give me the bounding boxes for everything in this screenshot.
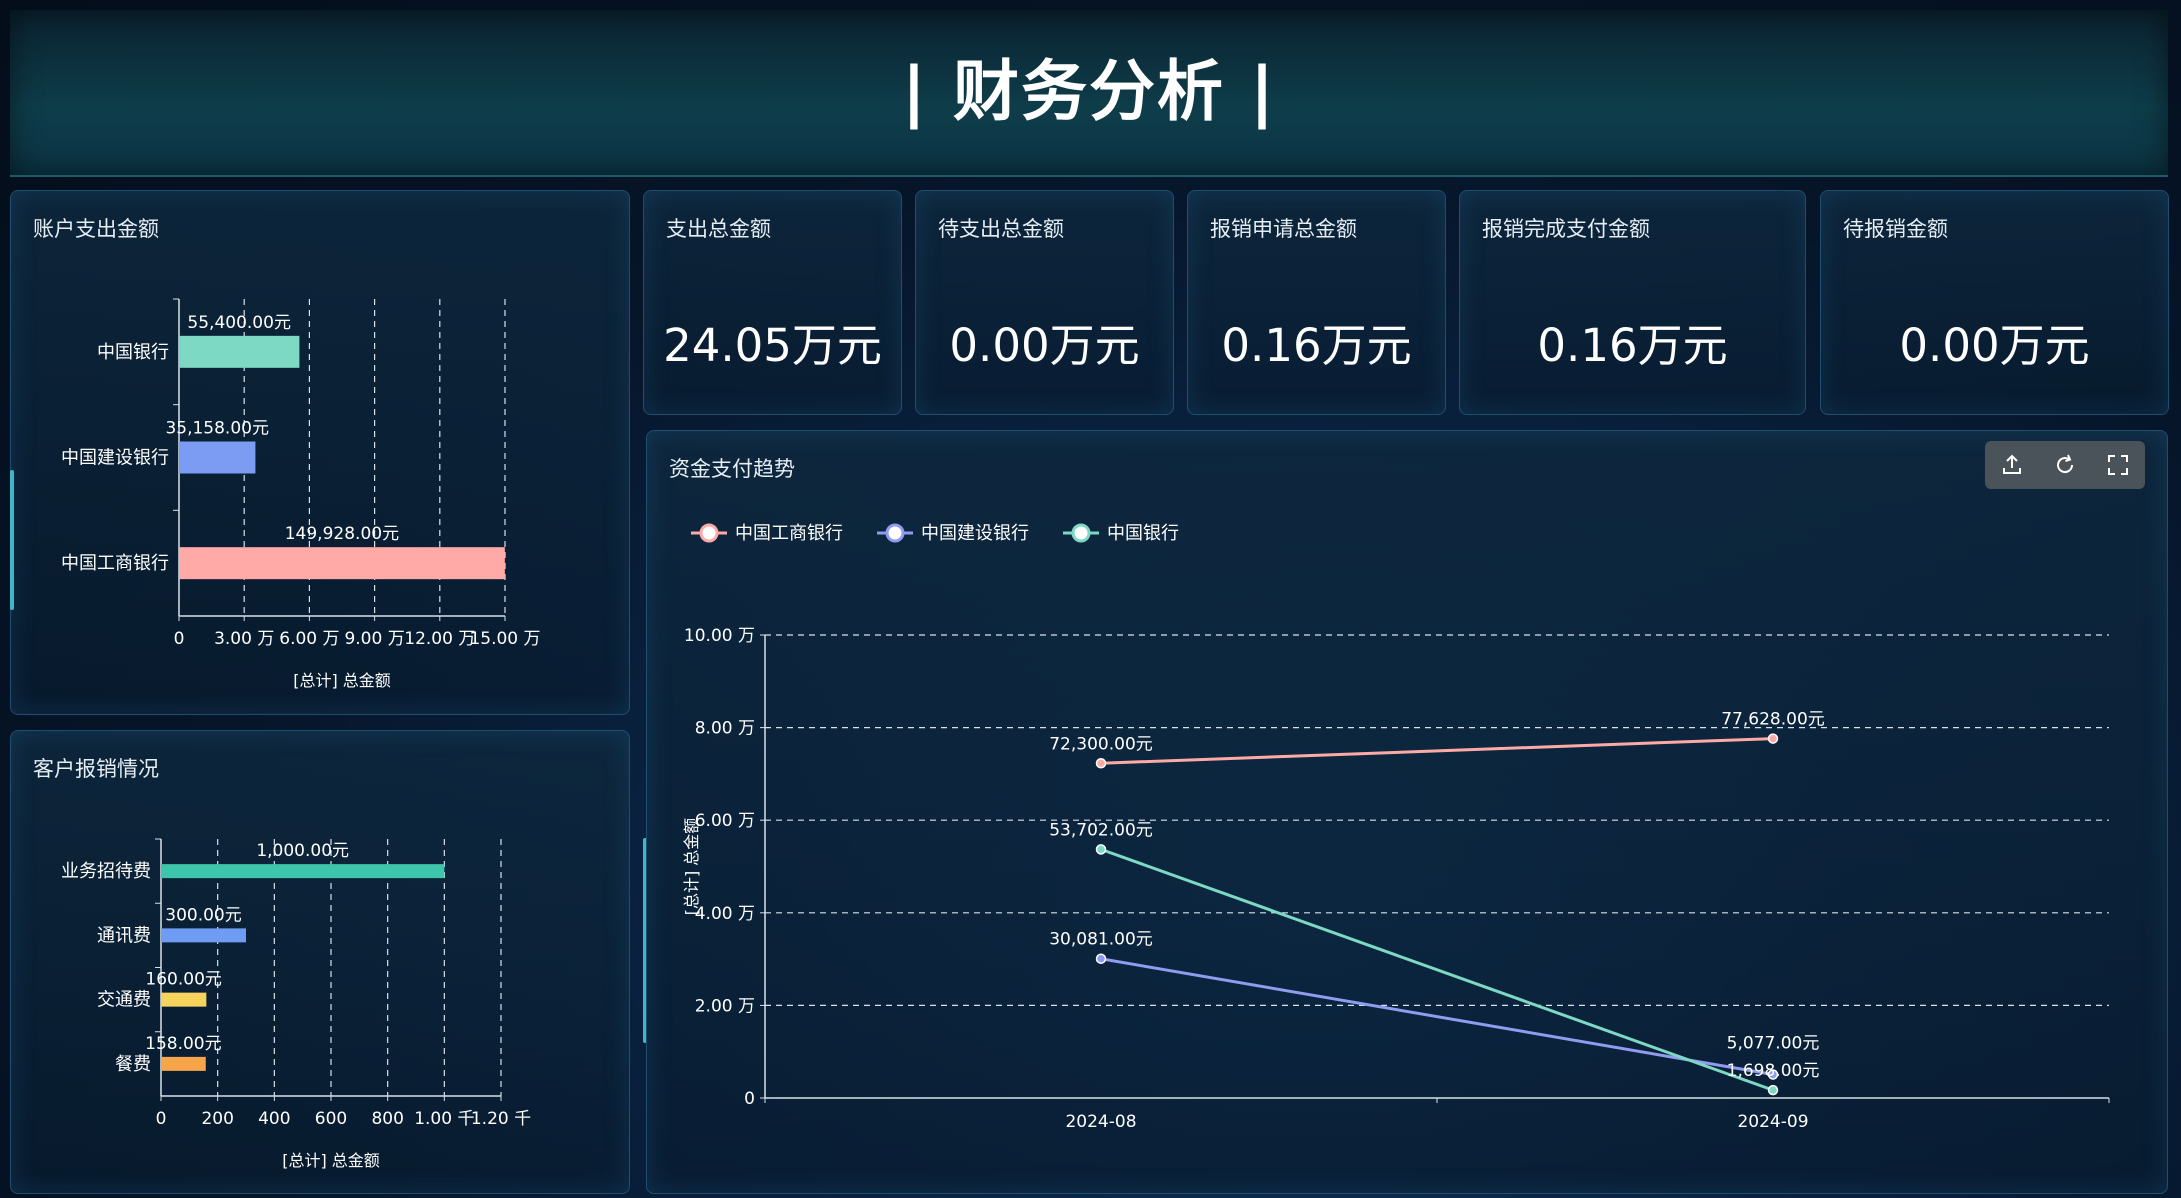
kpi-card-total-expense: 支出总金额 24.05万元 (643, 190, 902, 415)
y-tick-label: 6.00 万 (695, 811, 755, 831)
kpi-label: 报销申请总金额 (1210, 217, 1357, 241)
y-tick-label: 2.00 万 (695, 996, 755, 1016)
data-label: 53,702.00元 (1049, 820, 1153, 840)
payment-trend-chart: 0 2.00 万 4.00 万 6.00 万 8.00 万 10.00 万 2024-08 2… (682, 523, 2110, 1132)
y-category-label: 交通费 (97, 990, 151, 1011)
page-title: | 财务分析 | (901, 53, 1277, 130)
data-label: 149,928.00元 (285, 524, 399, 544)
x-tick-label: 400 (258, 1109, 290, 1129)
y-axis-title: [总计] 总金额 (682, 818, 701, 916)
customer-reimbursement-panel: 客户报销情况 0 200 400 600 800 1.00 千 1.20 千业务招待费 1,0… (10, 730, 630, 1194)
data-label: 72,300.00元 (1049, 734, 1153, 754)
y-tick-label: 10.00 万 (684, 626, 755, 646)
header-banner: | 财务分析 | (10, 10, 2168, 177)
data-point (1095, 844, 1107, 855)
x-tick-label: 1.00 千 (414, 1109, 474, 1129)
kpi-label: 报销完成支付金额 (1482, 217, 1650, 241)
x-axis-title: [总计] 总金额 (282, 1151, 380, 1170)
x-tick-label: 2024-08 (1065, 1112, 1136, 1132)
y-category-label: 业务招待费 (61, 861, 151, 882)
legend-label: 中国银行 (1107, 523, 1179, 544)
x-tick-label: 12.00 万 (404, 629, 475, 649)
data-point (1095, 758, 1107, 769)
data-label: 160.00元 (145, 970, 221, 990)
y-tick-label: 8.00 万 (695, 719, 755, 739)
legend-marker (699, 523, 719, 543)
data-label: 1,000.00元 (256, 841, 349, 861)
data-label: 30,081.00元 (1049, 930, 1153, 950)
kpi-value: 0.00万元 (1899, 319, 2090, 372)
x-tick-label: 15.00 万 (469, 629, 540, 649)
bar (179, 441, 256, 474)
x-tick-label: 2024-09 (1737, 1112, 1808, 1132)
y-category-label: 中国建设银行 (61, 448, 169, 469)
y-tick-label: 4.00 万 (695, 904, 755, 924)
kpi-card-reimbursement-paid: 报销完成支付金额 0.16万元 (1459, 190, 1806, 415)
x-tick-label: 0 (156, 1109, 167, 1129)
kpi-value: 0.16万元 (1221, 319, 1412, 372)
x-tick-label: 9.00 万 (344, 629, 404, 649)
kpi-card-pending-reimbursement: 待报销金额 0.00万元 (1820, 190, 2169, 415)
bar (179, 547, 505, 580)
y-tick-label: 0 (744, 1089, 755, 1109)
x-tick-label: 6.00 万 (279, 629, 339, 649)
kpi-label: 待支出总金额 (938, 217, 1064, 241)
payment-trend-panel: 资金支付趋势 0 2.00 万 4.00 万 6.00 万 8.00 万 10.00 万2… (646, 430, 2168, 1194)
legend-marker (1071, 523, 1091, 543)
bar (179, 335, 300, 368)
side-tab[interactable] (10, 470, 14, 610)
kpi-value: 0.16万元 (1537, 319, 1728, 372)
x-tick-label: 3.00 万 (214, 629, 274, 649)
kpi-card-reimbursement-requested: 报销申请总金额 0.16万元 (1187, 190, 1446, 415)
bar (161, 928, 246, 943)
data-point (1767, 733, 1779, 744)
kpi-label: 待报销金额 (1843, 217, 1948, 241)
legend-marker (885, 523, 905, 543)
kpi-value: 24.05万元 (663, 319, 882, 372)
data-label: 5,077.00元 (1727, 1033, 1820, 1053)
y-category-label: 餐费 (115, 1054, 151, 1075)
data-label: 158.00元 (145, 1034, 221, 1054)
x-tick-label: 600 (315, 1109, 347, 1129)
bar (161, 992, 207, 1007)
x-tick-label: 200 (201, 1109, 233, 1129)
series-line (1100, 847, 1774, 1092)
kpi-card-pending-expense: 待支出总金额 0.00万元 (915, 190, 1174, 415)
y-category-label: 中国银行 (97, 342, 169, 363)
bar (161, 864, 445, 879)
x-tick-label: 1.20 千 (471, 1109, 531, 1129)
y-category-label: 通讯费 (97, 925, 151, 946)
data-label: 55,400.00元 (187, 313, 291, 333)
kpi-label: 支出总金额 (666, 217, 771, 241)
legend-label: 中国建设银行 (921, 523, 1029, 544)
account-spending-chart: 0 3.00 万 6.00 万 9.00 万 12.00 万15.00 万 中国银行 55,… (61, 298, 541, 690)
x-axis-title: [总计] 总金额 (293, 671, 391, 690)
customer-reimbursement-chart: 0 200 400 600 800 1.00 千1.20 千 业务招待费 1,000.00元通… (61, 838, 531, 1170)
x-tick-label: 800 (371, 1109, 403, 1129)
data-point (1095, 953, 1107, 964)
data-label: 1,698.00元 (1727, 1061, 1820, 1081)
series-line (1100, 957, 1774, 1076)
x-tick-label: 0 (174, 629, 185, 649)
data-label: 77,628.00元 (1721, 710, 1825, 730)
data-label: 35,158.00元 (165, 419, 269, 439)
bar (161, 1056, 206, 1071)
kpi-value: 0.00万元 (949, 319, 1140, 372)
y-category-label: 中国工商银行 (61, 553, 169, 574)
legend-label: 中国工商银行 (735, 523, 843, 544)
series-line (1100, 737, 1774, 765)
account-spending-panel: 账户支出金额 0 3.00 万 6.00 万 9.00 万 12.00 万 15.00 万… (10, 190, 630, 715)
data-point (1767, 1084, 1779, 1096)
data-label: 300.00元 (165, 905, 241, 925)
